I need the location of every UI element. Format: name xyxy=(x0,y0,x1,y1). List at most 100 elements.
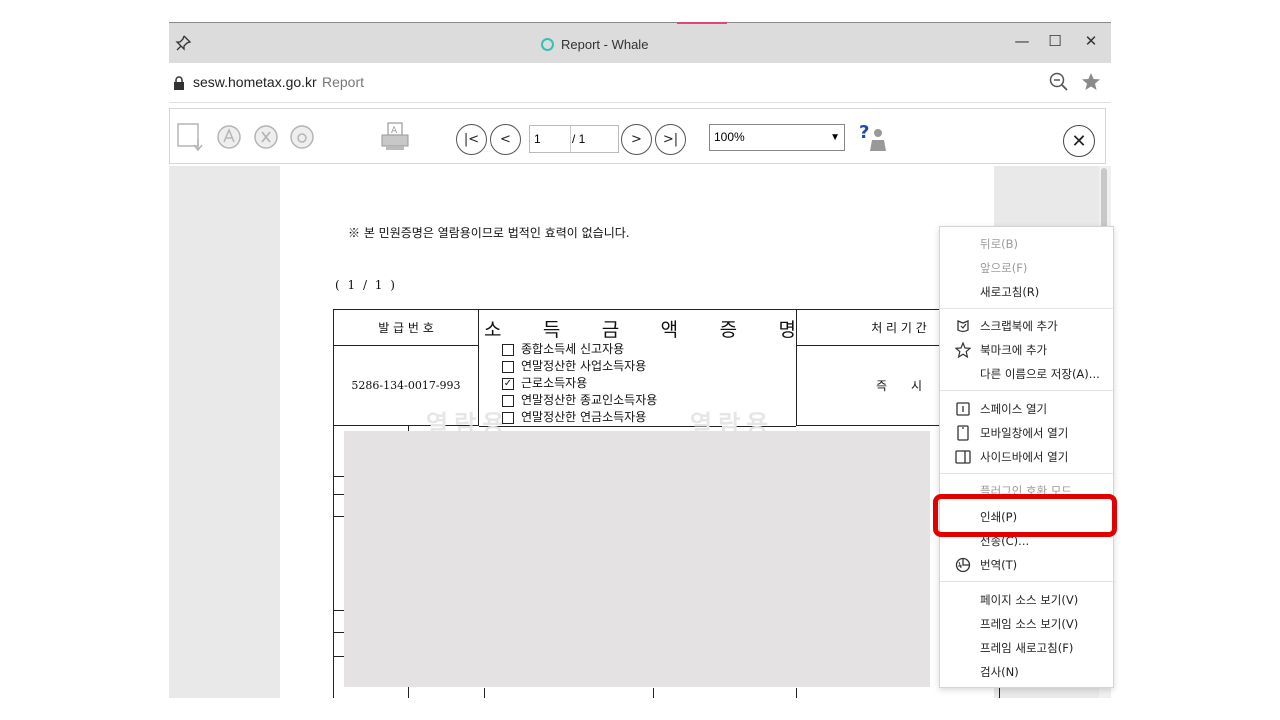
prev-page-button[interactable]: < xyxy=(490,124,521,155)
menu-item-view-source[interactable]: 페이지 소스 보기(V) xyxy=(940,588,1115,612)
translate-icon xyxy=(955,557,971,573)
issue-number-label: 발 급 번 호 xyxy=(334,310,479,346)
checkbox xyxy=(502,360,514,373)
next-page-button[interactable]: > xyxy=(621,124,652,155)
checkbox xyxy=(502,394,514,407)
menu-item-forward[interactable]: 앞으로(F) xyxy=(940,256,1115,280)
whale-logo-icon xyxy=(541,37,554,51)
help-icon[interactable]: ? xyxy=(858,121,890,153)
document-page: ※ 본 민원증명은 열람용이므로 법적인 효력이 없습니다. ( 1 / 1 )… xyxy=(280,166,1001,698)
menu-item-translate[interactable]: 번역(T) xyxy=(940,553,1115,577)
title-char: 액 xyxy=(660,319,679,341)
print-highlight-box xyxy=(933,494,1117,537)
title-char: 득 xyxy=(542,319,561,341)
url-domain[interactable]: sesw.hometax.go.kr xyxy=(193,74,317,90)
window-title-text: Report - Whale xyxy=(561,36,649,52)
checkbox xyxy=(502,343,514,356)
menu-item-sidebar[interactable]: 사이드바에서 열기 xyxy=(940,445,1115,469)
menu-item-label: 사이드바에서 열기 xyxy=(980,450,1069,464)
current-page-input[interactable]: 1 xyxy=(534,132,541,146)
menu-item-label: 새로고침(R) xyxy=(980,285,1040,299)
menu-item-frame-source[interactable]: 프레임 소스 보기(V) xyxy=(940,612,1115,636)
menu-item-label: 북마크에 추가 xyxy=(980,343,1048,357)
url-path[interactable]: Report xyxy=(322,74,364,90)
menu-separator xyxy=(940,473,1115,474)
purpose-options: 종합소득세 신고자용 연말정산한 사업소득자용 ✓ 근로소득자용 연말정산한 종교… xyxy=(502,341,657,426)
menu-item-back[interactable]: 뒤로(B) xyxy=(940,232,1115,256)
certificate-title: 소 득 금 액 증 명 xyxy=(484,315,796,342)
scrollbar-thumb[interactable] xyxy=(1101,168,1107,228)
purpose-option-label: 근로소득자용 xyxy=(521,376,588,390)
zoom-select-value: 100% xyxy=(714,130,745,144)
form-row-line xyxy=(334,632,344,633)
menu-item-mobile[interactable]: 모바일창에서 열기 xyxy=(940,421,1115,445)
star-icon xyxy=(955,342,971,358)
menu-item-label: 뒤로(B) xyxy=(980,237,1019,251)
menu-item-space[interactable]: 스페이스 열기 xyxy=(940,397,1115,421)
zoom-out-icon[interactable] xyxy=(1049,72,1069,92)
form-col-line xyxy=(796,688,797,698)
menu-item-scrapbook[interactable]: 스크랩북에 추가 xyxy=(940,314,1115,338)
excel-export-icon[interactable] xyxy=(252,121,282,153)
title-accent xyxy=(677,22,727,24)
menu-item-label: 페이지 소스 보기(V) xyxy=(980,593,1079,607)
page-number-field[interactable]: 1 / 1 xyxy=(529,125,619,153)
lock-icon[interactable] xyxy=(173,76,185,90)
form-row-line xyxy=(334,476,344,477)
context-menu: 뒤로(B) 앞으로(F) 새로고침(R) 스크랩북에 추가 북마크에 추가 다른… xyxy=(939,226,1115,688)
menu-item-bookmark[interactable]: 북마크에 추가 xyxy=(940,338,1115,362)
menu-item-inspect[interactable]: 검사(N) xyxy=(940,660,1115,684)
report-toolbar: A |< < 1 / 1 > >| 100% ▼ ? ✕ xyxy=(169,108,1106,164)
checkbox xyxy=(502,411,514,424)
title-char: 증 xyxy=(719,319,738,341)
menu-item-label: 모바일창에서 열기 xyxy=(980,426,1069,440)
checkbox: ✓ xyxy=(502,377,514,390)
menu-item-label: 프레임 소스 보기(V) xyxy=(980,617,1079,631)
form-row-line xyxy=(334,516,344,517)
title-char: 금 xyxy=(601,319,620,341)
redacted-area xyxy=(344,431,930,687)
zoom-select[interactable]: 100% ▼ xyxy=(709,124,845,151)
page-indicator: ( 1 / 1 ) xyxy=(335,278,397,292)
menu-separator xyxy=(940,308,1115,309)
menu-item-save-as[interactable]: 다른 이름으로 저장(A)... xyxy=(940,362,1115,386)
purpose-option: 연말정산한 사업소득자용 xyxy=(502,358,657,375)
title-char: 소 xyxy=(484,319,502,341)
bookmark-star-icon[interactable] xyxy=(1081,72,1101,92)
minimize-button[interactable]: — xyxy=(1007,28,1037,54)
menu-separator xyxy=(940,390,1115,391)
menu-item-label: 번역(T) xyxy=(980,558,1018,572)
purpose-option: 연말정산한 연금소득자용 xyxy=(502,409,657,426)
svg-text:?: ? xyxy=(859,122,869,143)
maximize-button[interactable]: ☐ xyxy=(1040,28,1070,54)
address-bar[interactable]: sesw.hometax.go.kr Report xyxy=(169,63,1111,103)
form-row-line xyxy=(334,610,344,611)
print-icon[interactable]: A xyxy=(380,121,410,153)
form-col-line xyxy=(653,688,654,698)
menu-item-label: 스페이스 열기 xyxy=(980,402,1048,416)
title-bar: Report - Whale — ☐ ✕ xyxy=(169,22,1111,63)
pdf-export-icon[interactable] xyxy=(215,121,245,153)
last-page-button[interactable]: >| xyxy=(655,124,686,155)
title-char: 명 xyxy=(778,319,796,341)
hwp-export-icon[interactable] xyxy=(288,121,318,153)
purpose-option-label: 연말정산한 연금소득자용 xyxy=(521,410,647,424)
window-title: Report - Whale xyxy=(541,35,648,53)
purpose-option-label: 연말정산한 사업소득자용 xyxy=(521,359,647,373)
close-window-button[interactable]: ✕ xyxy=(1076,28,1106,54)
total-pages: / 1 xyxy=(572,132,586,146)
pin-icon[interactable] xyxy=(174,34,192,52)
scrapbook-icon xyxy=(957,320,969,333)
menu-item-frame-reload[interactable]: 프레임 새로고침(F) xyxy=(940,636,1115,660)
purpose-option: ✓ 근로소득자용 xyxy=(502,375,657,392)
menu-item-label: 프레임 새로고침(F) xyxy=(980,641,1074,655)
menu-item-label: 앞으로(F) xyxy=(980,261,1028,275)
mobile-icon xyxy=(957,425,969,441)
close-viewer-button[interactable]: ✕ xyxy=(1063,125,1095,157)
menu-separator xyxy=(940,581,1115,582)
purpose-option: 연말정산한 종교인소득자용 xyxy=(502,392,657,409)
save-icon[interactable] xyxy=(176,121,206,153)
menu-item-reload[interactable]: 새로고침(R) xyxy=(940,280,1115,304)
page-divider xyxy=(570,126,571,152)
first-page-button[interactable]: |< xyxy=(456,124,487,155)
